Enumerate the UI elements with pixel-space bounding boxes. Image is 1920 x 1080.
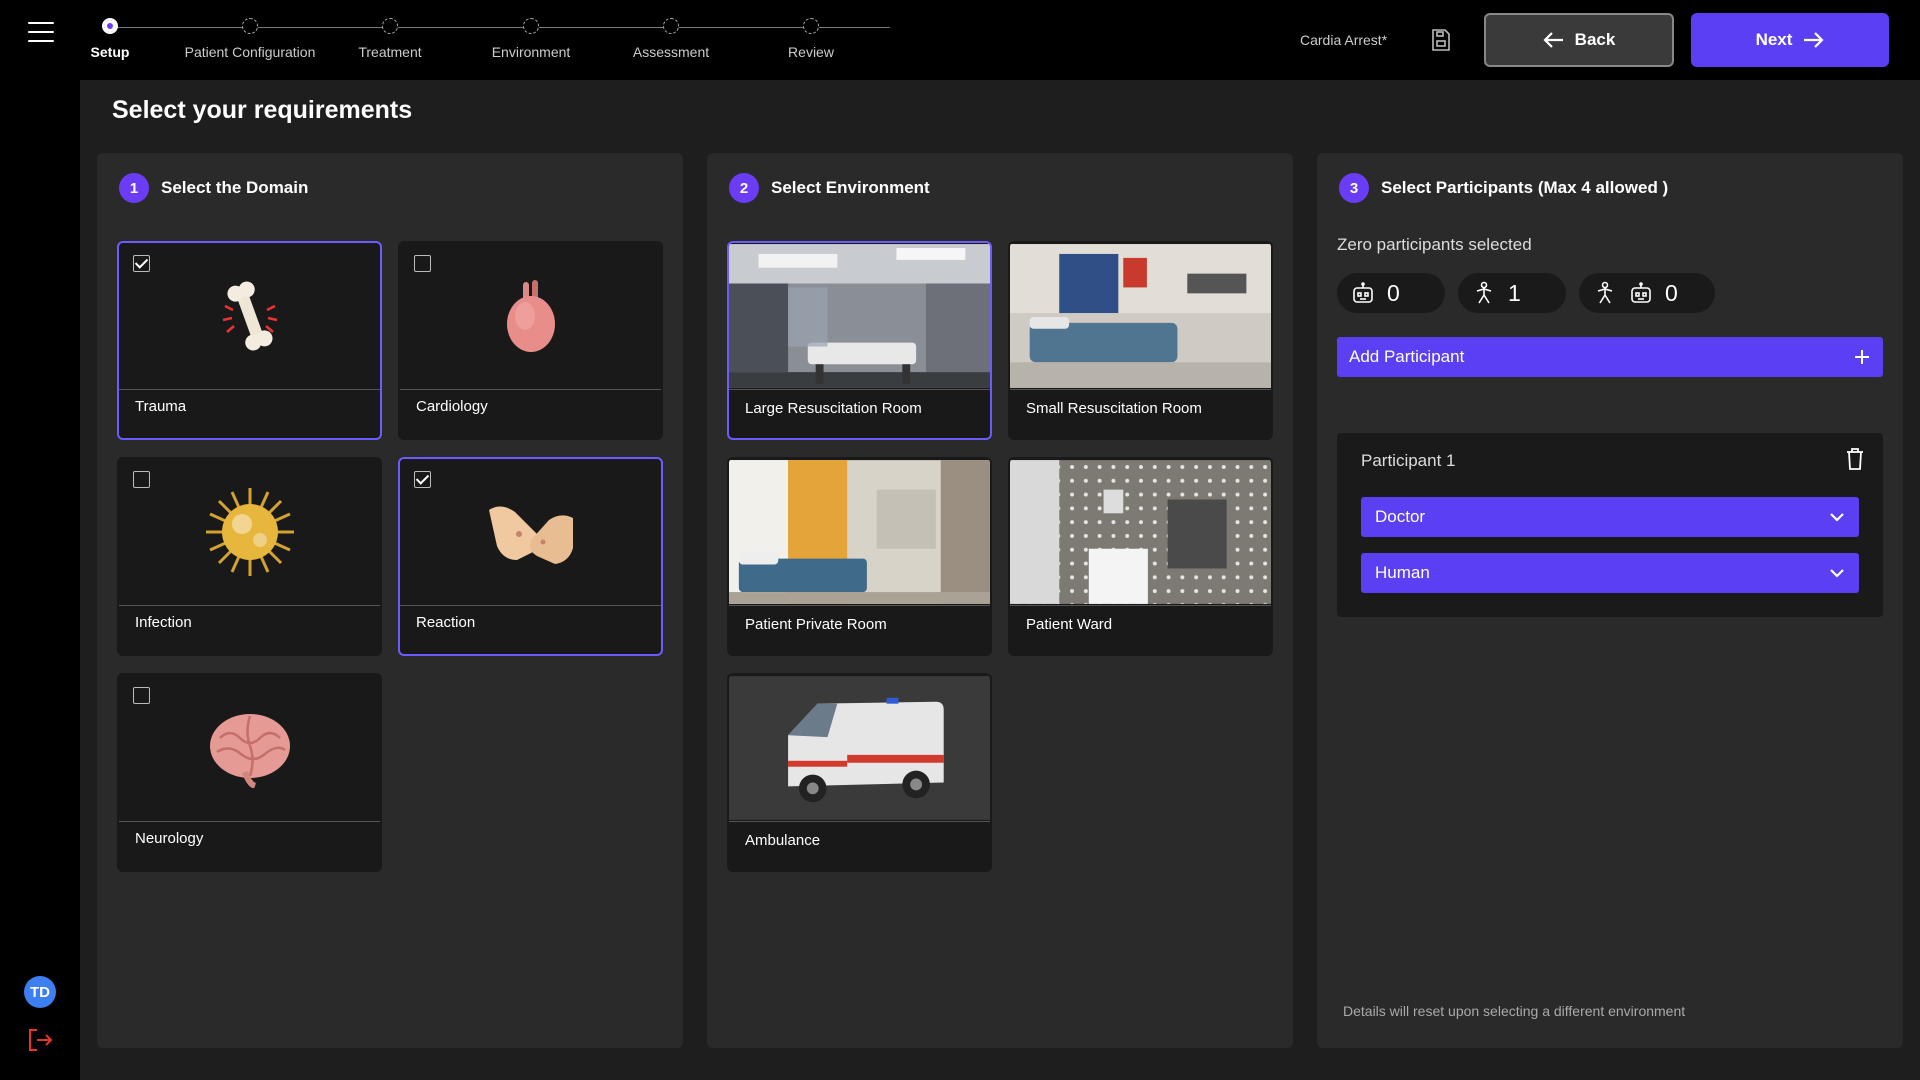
domain-card-cardiology[interactable]: Cardiology [398, 241, 663, 440]
role-value: Doctor [1375, 507, 1426, 526]
step-number-badge: 3 [1339, 173, 1369, 203]
role-select[interactable]: Doctor [1361, 497, 1859, 537]
step-treatment[interactable]: Treatment [310, 18, 470, 60]
environment-panel: 2 Select Environment Large Resuscitation… [707, 153, 1293, 1048]
room-image [1010, 459, 1271, 605]
chevron-down-icon [1830, 569, 1844, 578]
top-bar: Setup Patient Configuration Treatment En… [80, 0, 1920, 80]
page-title: Select your requirements [112, 96, 413, 124]
bone-icon [222, 281, 277, 351]
virus-icon [205, 488, 294, 576]
card-label: Trauma [135, 398, 187, 415]
step-label: Patient Configuration [184, 44, 316, 60]
domain-card-reaction[interactable]: Reaction [398, 457, 663, 656]
ambulance-image [729, 675, 990, 821]
step-label: Treatment [358, 44, 422, 60]
step-dot [523, 18, 539, 34]
hybrid-count-pill: 0 [1579, 273, 1715, 313]
panel-title: Select Environment [771, 178, 930, 197]
step-dot [382, 18, 398, 34]
panel-title: Select Participants (Max 4 allowed ) [1381, 178, 1669, 197]
card-label: Small Resuscitation Room [1026, 400, 1202, 417]
step-label: Assessment [632, 44, 710, 60]
domain-panel: 1 Select the Domain Trauma Cardiology In… [97, 153, 683, 1048]
room-image [1010, 243, 1271, 389]
env-card-patient-private-room[interactable]: Patient Private Room [727, 457, 992, 656]
chevron-down-icon [1830, 513, 1844, 522]
card-label: Infection [135, 614, 192, 631]
room-image [729, 459, 990, 605]
hands-icon [488, 506, 573, 564]
brain-icon [209, 714, 290, 788]
step-review[interactable]: Review [731, 18, 891, 60]
card-label: Patient Private Room [745, 616, 887, 633]
trash-icon[interactable] [1845, 447, 1865, 471]
add-participant-label: Add Participant [1349, 347, 1465, 366]
back-label: Back [1574, 30, 1616, 49]
panel-title: Select the Domain [161, 178, 309, 197]
card-label: Patient Ward [1026, 616, 1113, 633]
logout-icon[interactable] [26, 1026, 54, 1054]
next-button[interactable]: Next [1691, 13, 1889, 67]
human-count-pill: 1 [1458, 273, 1566, 313]
scenario-name: Cardia Arrest* [1300, 32, 1388, 48]
arrow-left-icon [1543, 32, 1563, 48]
step-number-badge: 1 [119, 173, 149, 203]
step-label: Setup [90, 44, 130, 60]
back-button[interactable]: Back [1484, 13, 1674, 67]
add-participant-button[interactable]: Add Participant [1337, 337, 1883, 377]
plus-icon [1855, 350, 1869, 364]
env-card-ambulance[interactable]: Ambulance [727, 673, 992, 872]
card-label: Reaction [416, 614, 476, 631]
participant-card: Participant 1 Doctor Human [1337, 433, 1883, 617]
step-environment[interactable]: Environment [451, 18, 611, 60]
env-card-patient-ward[interactable]: Patient Ward [1008, 457, 1273, 656]
step-setup[interactable]: Setup [30, 18, 190, 60]
step-dot [803, 18, 819, 34]
domain-card-trauma[interactable]: Trauma [117, 241, 382, 440]
card-label: Ambulance [745, 832, 821, 849]
person-icon [1476, 281, 1492, 304]
env-card-small-resuscitation-room[interactable]: Small Resuscitation Room [1008, 241, 1273, 440]
card-label: Neurology [135, 830, 204, 847]
reset-note: Details will reset upon selecting a diff… [1343, 1003, 1686, 1019]
bot-count: 0 [1387, 279, 1400, 306]
heart-icon [506, 280, 555, 352]
domain-card-neurology[interactable]: Neurology [117, 673, 382, 872]
participants-panel: 3 Select Participants (Max 4 allowed ) Z… [1317, 153, 1903, 1048]
step-number-badge: 2 [729, 173, 759, 203]
avatar[interactable]: TD [24, 976, 56, 1008]
card-label: Cardiology [416, 398, 488, 415]
room-image [729, 243, 990, 389]
type-value: Human [1375, 563, 1430, 582]
stepper: Setup Patient Configuration Treatment En… [80, 0, 890, 80]
step-patient-configuration[interactable]: Patient Configuration [170, 18, 330, 60]
save-icon[interactable] [1430, 28, 1452, 52]
arrow-right-icon [1804, 32, 1824, 48]
card-label: Large Resuscitation Room [745, 400, 922, 417]
bot-count-pill: 0 [1337, 273, 1445, 313]
human-count: 1 [1508, 279, 1521, 306]
robot-icon [1631, 282, 1651, 303]
domain-card-infection[interactable]: Infection [117, 457, 382, 656]
step-label: Environment [491, 44, 571, 60]
step-dot [242, 18, 258, 34]
participant-title: Participant 1 [1361, 451, 1456, 470]
env-card-large-resuscitation-room[interactable]: Large Resuscitation Room [727, 241, 992, 440]
hybrid-count: 0 [1665, 279, 1678, 306]
next-label: Next [1755, 30, 1793, 49]
step-assessment[interactable]: Assessment [591, 18, 751, 60]
type-select[interactable]: Human [1361, 553, 1859, 593]
step-dot [102, 18, 118, 34]
person-icon [1597, 281, 1613, 304]
left-rail: TD [0, 0, 80, 1080]
step-dot [663, 18, 679, 34]
participants-status: Zero participants selected [1337, 235, 1532, 254]
robot-icon [1353, 282, 1373, 303]
step-label: Review [788, 44, 834, 60]
